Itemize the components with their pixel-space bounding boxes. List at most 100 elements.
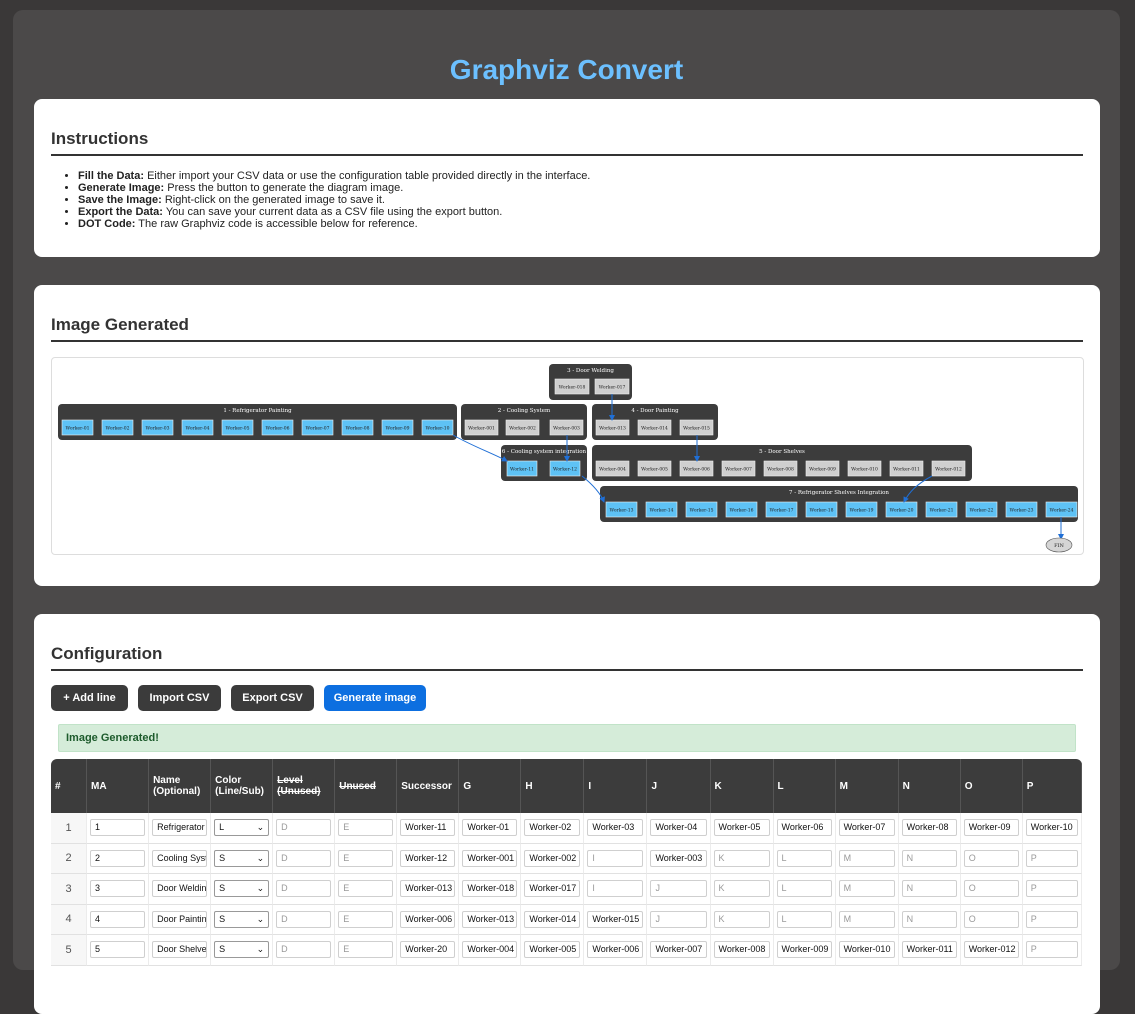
worker-input[interactable]: Worker-03 xyxy=(587,819,644,837)
worker-input[interactable]: L xyxy=(776,880,832,898)
worker-input[interactable]: I xyxy=(587,849,644,867)
level-input[interactable]: D xyxy=(276,880,332,898)
unused-input[interactable]: E xyxy=(338,941,394,959)
worker-input[interactable]: P xyxy=(1025,941,1078,959)
chevron-down-icon: ⌄ xyxy=(256,913,265,924)
worker-input[interactable]: O xyxy=(963,880,1019,898)
worker-input[interactable]: N xyxy=(901,849,957,867)
worker-input[interactable]: Worker-007 xyxy=(650,941,707,959)
add-line-button[interactable]: + Add line xyxy=(51,685,128,711)
level-input[interactable]: D xyxy=(276,849,332,867)
worker-input[interactable]: N xyxy=(901,910,957,928)
worker-input[interactable]: P xyxy=(1025,849,1078,867)
successor-input[interactable]: Worker-12 xyxy=(400,849,456,867)
color-select-value: S xyxy=(219,852,226,863)
name-input[interactable]: Door Painting xyxy=(152,910,208,928)
level-input[interactable]: D xyxy=(276,941,332,959)
instruction-title: Save the Image: xyxy=(78,194,162,206)
unused-input[interactable]: E xyxy=(338,910,394,928)
level-input[interactable]: D xyxy=(276,819,332,837)
worker-input[interactable]: K xyxy=(713,910,770,928)
worker-input[interactable]: Worker-004 xyxy=(462,941,518,959)
color-select[interactable]: S ⌄ xyxy=(214,880,270,898)
worker-input[interactable]: Worker-017 xyxy=(524,880,581,898)
worker-input[interactable]: Worker-10 xyxy=(1025,819,1078,837)
worker-input[interactable]: Worker-006 xyxy=(587,941,644,959)
worker-input[interactable]: Worker-012 xyxy=(963,941,1019,959)
ma-input[interactable]: 5 xyxy=(90,941,146,959)
worker-input[interactable]: M xyxy=(838,910,895,928)
worker-input[interactable]: Worker-003 xyxy=(650,849,707,867)
name-input[interactable]: Door Shelves xyxy=(152,941,208,959)
worker-input[interactable]: Worker-018 xyxy=(462,880,518,898)
worker-input[interactable]: Worker-08 xyxy=(901,819,957,837)
unused-input[interactable]: E xyxy=(338,819,394,837)
worker-input[interactable]: J xyxy=(650,910,707,928)
worker-input[interactable]: Worker-01 xyxy=(462,819,518,837)
worker-input[interactable]: N xyxy=(901,880,957,898)
ma-input[interactable]: 3 xyxy=(90,880,146,898)
level-input[interactable]: D xyxy=(276,910,332,928)
worker-input[interactable]: Worker-04 xyxy=(650,819,707,837)
worker-input[interactable]: Worker-09 xyxy=(963,819,1019,837)
unused-input[interactable]: E xyxy=(338,849,394,867)
table-cell: Worker-10 xyxy=(1022,813,1082,844)
worker-input[interactable]: M xyxy=(838,849,895,867)
worker-input[interactable]: Worker-014 xyxy=(524,910,581,928)
successor-input[interactable]: Worker-013 xyxy=(400,880,456,898)
table-cell: Worker-09 xyxy=(960,813,1023,844)
successor-input[interactable]: Worker-20 xyxy=(400,941,456,959)
generate-image-button[interactable]: Generate image xyxy=(324,685,426,711)
worker-input[interactable]: Worker-001 xyxy=(462,849,518,867)
worker-input[interactable]: Worker-06 xyxy=(776,819,832,837)
worker-input[interactable]: L xyxy=(776,910,832,928)
ma-input[interactable]: 1 xyxy=(90,819,146,837)
worker-input[interactable]: Worker-010 xyxy=(838,941,895,959)
worker-input[interactable]: Worker-002 xyxy=(524,849,581,867)
worker-input[interactable]: Worker-05 xyxy=(713,819,770,837)
worker-input[interactable]: Worker-005 xyxy=(524,941,581,959)
name-input[interactable]: Door Welding xyxy=(152,880,208,898)
unused-input[interactable]: E xyxy=(338,880,394,898)
table-cell: E xyxy=(335,843,398,874)
divider xyxy=(51,669,1083,671)
color-select[interactable]: S ⌄ xyxy=(214,941,270,959)
worker-input[interactable]: I xyxy=(587,880,644,898)
ma-input[interactable]: 2 xyxy=(90,849,146,867)
worker-input[interactable]: Worker-011 xyxy=(901,941,957,959)
worker-input[interactable]: Worker-02 xyxy=(524,819,581,837)
successor-input[interactable]: Worker-006 xyxy=(400,910,456,928)
column-header: J xyxy=(647,759,711,813)
table-cell: Worker-11 xyxy=(397,813,460,844)
color-select[interactable]: S ⌄ xyxy=(214,910,270,928)
worker-input[interactable]: P xyxy=(1025,880,1078,898)
color-select[interactable]: L ⌄ xyxy=(214,819,270,837)
worker-input[interactable]: Worker-008 xyxy=(713,941,770,959)
successor-input[interactable]: Worker-11 xyxy=(400,819,456,837)
worker-input[interactable]: Worker-009 xyxy=(776,941,832,959)
export-csv-button[interactable]: Export CSV xyxy=(231,685,314,711)
worker-input[interactable]: K xyxy=(713,849,770,867)
worker-input[interactable]: L xyxy=(776,849,832,867)
table-row: 3 3 Door Welding S ⌄ D E Worker-013 Worker-018 Wo… xyxy=(51,874,1082,905)
worker-input[interactable]: J xyxy=(650,880,707,898)
divider xyxy=(51,340,1083,342)
instruction-text: The raw Graphviz code is accessible belo… xyxy=(135,218,418,230)
worker-input[interactable]: Worker-013 xyxy=(462,910,518,928)
worker-input[interactable]: P xyxy=(1025,910,1078,928)
worker-input[interactable]: Worker-015 xyxy=(587,910,644,928)
color-select[interactable]: S ⌄ xyxy=(214,849,270,867)
import-csv-button[interactable]: Import CSV xyxy=(138,685,221,711)
worker-input[interactable]: O xyxy=(963,910,1019,928)
name-input[interactable]: Refrigerator P xyxy=(152,819,208,837)
worker-input[interactable]: Worker-07 xyxy=(838,819,895,837)
name-input[interactable]: Cooling Syste xyxy=(152,849,208,867)
worker-input[interactable]: K xyxy=(713,880,770,898)
generated-diagram[interactable]: 3 - Door Welding Worker-018 Worker-017 1 - … xyxy=(51,357,1084,555)
color-select-value: S xyxy=(219,883,226,894)
ma-input[interactable]: 4 xyxy=(90,910,146,928)
worker-input[interactable]: O xyxy=(963,849,1019,867)
worker-input[interactable]: M xyxy=(838,880,895,898)
instruction-text: Press the button to generate the diagram… xyxy=(164,182,404,194)
instruction-item: DOT Code: The raw Graphviz code is acces… xyxy=(78,218,590,230)
